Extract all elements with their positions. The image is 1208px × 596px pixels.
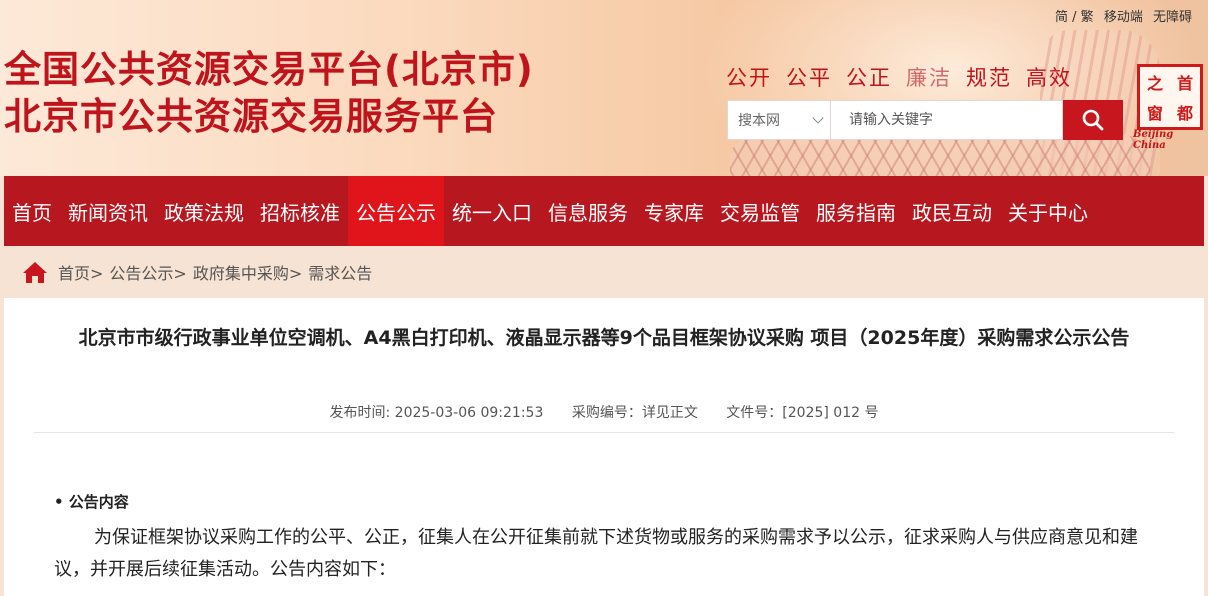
logo-char: 之	[1146, 74, 1163, 93]
section-heading: • 公告内容	[54, 493, 129, 511]
nav-item-policies[interactable]: 政策法规	[156, 176, 252, 246]
nav-item-home[interactable]: 首页	[4, 176, 60, 246]
breadcrumb-gov-procurement[interactable]: 政府集中采购>	[193, 260, 302, 284]
purchase-number: 采购编号：详见正文	[571, 405, 698, 421]
article-title: 北京市市级行政事业单位空调机、A4黑白打印机、液晶显示器等9个品目框架协议采购 …	[78, 327, 1130, 349]
logo-char: 都	[1176, 104, 1193, 123]
slogan: 廉洁	[906, 66, 952, 90]
slogan: 规范	[966, 66, 1012, 90]
breadcrumb-demand-notice[interactable]: 需求公告	[308, 260, 372, 284]
main-nav: 首页 新闻资讯 政策法规 招标核准 公告公示 统一入口 信息服务 专家库 交易监…	[4, 176, 1204, 246]
nav-item-news[interactable]: 新闻资讯	[60, 176, 156, 246]
nav-item-announcements[interactable]: 公告公示	[348, 176, 444, 246]
search-bar: 搜本网	[727, 100, 1123, 140]
document-number: 文件号：[2025] 012 号	[726, 405, 879, 421]
logo-char: 首	[1176, 74, 1193, 93]
search-button[interactable]	[1063, 100, 1123, 140]
logo-subtitle: Beijing China	[1133, 129, 1174, 151]
article-panel: 北京市市级行政事业单位空调机、A4黑白打印机、液晶显示器等9个品目框架协议采购 …	[4, 298, 1204, 596]
site-header: 全国公共资源交易平台(北京市) 北京市公共资源交易服务平台 简 / 繁 移动端 …	[0, 0, 1208, 176]
top-links: 简 / 繁 移动端 无障碍	[1049, 6, 1192, 25]
nav-item-interaction[interactable]: 政民互动	[904, 176, 1000, 246]
logo-char: 窗	[1146, 104, 1163, 123]
breadcrumb: 首页> 公告公示> 政府集中采购> 需求公告	[22, 258, 372, 286]
slogan: 公开	[726, 66, 772, 90]
capital-window-logo[interactable]: 之 首 窗 都	[1137, 64, 1203, 130]
article-paragraph: 为保证框架协议采购工作的公平、公正，征集人在公开征集前就下述货物或服务的采购需求…	[54, 527, 1138, 580]
slogans: 公开 公平 公正 廉洁 规范 高效	[726, 62, 1086, 92]
divider	[34, 432, 1174, 433]
site-title-line2: 北京市公共资源交易服务平台	[4, 95, 498, 138]
search-scope-value: 搜本网	[738, 113, 780, 129]
nav-item-expert-library[interactable]: 专家库	[636, 176, 712, 246]
slogan: 公正	[846, 66, 892, 90]
nav-item-supervision[interactable]: 交易监管	[712, 176, 808, 246]
breadcrumb-announcements[interactable]: 公告公示>	[109, 260, 186, 284]
nav-item-info-services[interactable]: 信息服务	[540, 176, 636, 246]
nav-item-bidding-approval[interactable]: 招标核准	[252, 176, 348, 246]
lang-switch-link[interactable]: 简 / 繁	[1055, 10, 1094, 25]
search-scope-select[interactable]: 搜本网	[727, 100, 831, 140]
search-input[interactable]	[831, 100, 1063, 140]
search-icon	[1082, 109, 1104, 131]
slogan: 高效	[1026, 66, 1072, 90]
nav-item-service-guide[interactable]: 服务指南	[808, 176, 904, 246]
site-title-line1: 全国公共资源交易平台(北京市)	[4, 48, 534, 91]
nav-item-about[interactable]: 关于中心	[1000, 176, 1096, 246]
mobile-link[interactable]: 移动端	[1104, 10, 1143, 25]
chevron-down-icon	[812, 112, 824, 124]
accessibility-link[interactable]: 无障碍	[1153, 10, 1192, 25]
site-title[interactable]: 全国公共资源交易平台(北京市) 北京市公共资源交易服务平台	[4, 46, 534, 140]
nav-item-unified-entry[interactable]: 统一入口	[444, 176, 540, 246]
home-icon[interactable]	[22, 260, 48, 284]
article-meta: 发布时间: 2025-03-06 09:21:53 采购编号：详见正文 文件号：…	[4, 402, 1204, 422]
slogan: 公平	[786, 66, 832, 90]
publish-time: 发布时间: 2025-03-06 09:21:53	[329, 405, 544, 421]
breadcrumb-home[interactable]: 首页>	[58, 260, 103, 284]
